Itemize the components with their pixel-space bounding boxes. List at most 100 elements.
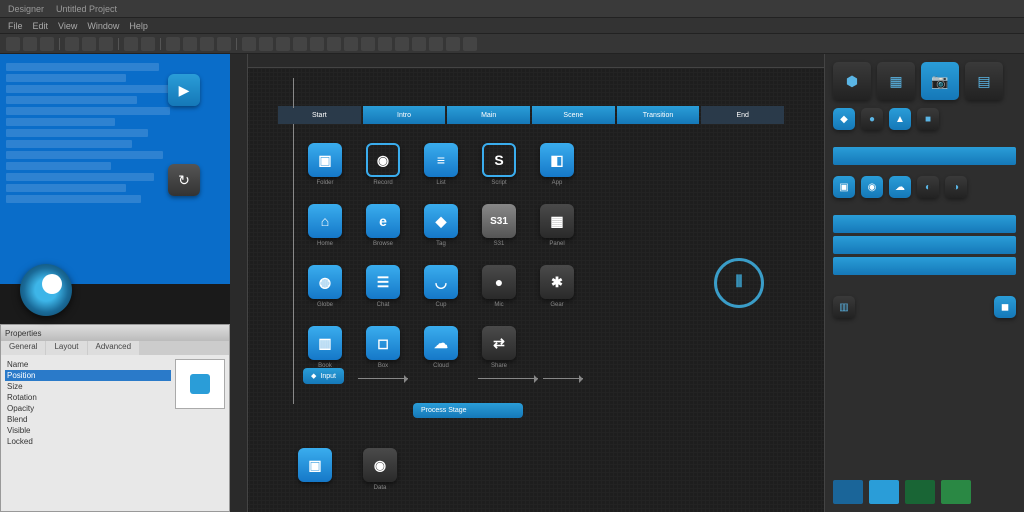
menu-help[interactable]: Help <box>129 21 148 31</box>
layer-bar[interactable] <box>833 257 1016 275</box>
tool-k-icon[interactable] <box>412 37 426 51</box>
tool-save-icon[interactable] <box>40 37 54 51</box>
app-app[interactable]: ◧App <box>540 143 574 186</box>
app-mic[interactable]: ●Mic <box>482 265 516 308</box>
prop-row[interactable]: Rotation <box>5 392 171 403</box>
app-num[interactable]: S31S31 <box>482 204 516 247</box>
timeline-segment[interactable]: End <box>701 106 784 124</box>
tool-e-icon[interactable] <box>310 37 324 51</box>
timeline-segment[interactable]: Scene <box>532 106 615 124</box>
tool-b-icon[interactable] <box>259 37 273 51</box>
asset-sm-icon[interactable]: ☁ <box>889 176 911 198</box>
tool-d-icon[interactable] <box>293 37 307 51</box>
tool-copy-icon[interactable] <box>82 37 96 51</box>
tool-n-icon[interactable] <box>463 37 477 51</box>
tool-new-icon[interactable] <box>6 37 20 51</box>
prop-row[interactable]: Opacity <box>5 403 171 414</box>
node-data[interactable]: ◉ Data <box>363 448 397 491</box>
tool-cut-icon[interactable] <box>65 37 79 51</box>
menu-view[interactable]: View <box>58 21 77 31</box>
node-process[interactable]: Process Stage <box>413 403 523 418</box>
app-tag[interactable]: ◆Tag <box>424 204 458 247</box>
tool-grid-icon[interactable] <box>183 37 197 51</box>
tool-g-icon[interactable] <box>344 37 358 51</box>
layer-bar[interactable] <box>833 236 1016 254</box>
tool-i-icon[interactable] <box>378 37 392 51</box>
timeline-segment[interactable]: Main <box>447 106 530 124</box>
app-share[interactable]: ⇄Share <box>482 326 516 369</box>
color-swatch[interactable] <box>905 480 935 504</box>
app-browse[interactable]: eBrowse <box>366 204 400 247</box>
tool-open-icon[interactable] <box>23 37 37 51</box>
timeline-segment[interactable]: Transition <box>617 106 700 124</box>
prop-row[interactable]: Locked <box>5 436 171 447</box>
app-script[interactable]: SScript <box>482 143 516 186</box>
asset-sm-icon[interactable]: ◑ <box>945 176 967 198</box>
app-box[interactable]: ◻Box <box>366 326 400 369</box>
app-panel[interactable]: ▦Panel <box>540 204 574 247</box>
menu-file[interactable]: File <box>8 21 23 31</box>
tool-a-icon[interactable] <box>242 37 256 51</box>
media-icon[interactable]: ▶ <box>168 74 200 106</box>
layer-bar[interactable] <box>833 215 1016 233</box>
asset-cube-icon[interactable]: ⬢ <box>833 62 871 100</box>
tab-general[interactable]: General <box>1 341 45 355</box>
tool-paste-icon[interactable] <box>99 37 113 51</box>
tool-redo-icon[interactable] <box>141 37 155 51</box>
sync-icon[interactable]: ↻ <box>168 164 200 196</box>
asset-cam-icon[interactable]: 📷 <box>921 62 959 100</box>
app-home[interactable]: ⌂Home <box>308 204 342 247</box>
asset-sm-icon[interactable]: ▥ <box>833 296 855 318</box>
asset-sm-icon[interactable]: ■ <box>917 108 939 130</box>
node-image[interactable]: ▣ <box>298 448 332 482</box>
asset-sm-icon[interactable]: ▲ <box>889 108 911 130</box>
app-book[interactable]: ▥Book <box>308 326 342 369</box>
tool-zoom-icon[interactable] <box>166 37 180 51</box>
asset-sm-icon[interactable]: ◼ <box>994 296 1016 318</box>
app-cloud[interactable]: ☁Cloud <box>424 326 458 369</box>
app-record[interactable]: ◉Record <box>366 143 400 186</box>
asset-doc-icon[interactable]: ▤ <box>965 62 1003 100</box>
prop-row[interactable]: Size <box>5 381 171 392</box>
prop-row[interactable]: Blend <box>5 414 171 425</box>
tool-align-icon[interactable] <box>217 37 231 51</box>
timeline-segment[interactable]: Intro <box>363 106 446 124</box>
tool-h-icon[interactable] <box>361 37 375 51</box>
tool-f-icon[interactable] <box>327 37 341 51</box>
asset-sm-icon[interactable]: ◉ <box>861 176 883 198</box>
tab-layout[interactable]: Layout <box>46 341 86 355</box>
tool-l-icon[interactable] <box>429 37 443 51</box>
menu-edit[interactable]: Edit <box>33 21 49 31</box>
asset-sm-icon[interactable]: ◐ <box>917 176 939 198</box>
asset-box-icon[interactable]: ▦ <box>877 62 915 100</box>
prop-row[interactable]: Position <box>5 370 171 381</box>
asset-sm-icon[interactable]: ◆ <box>833 108 855 130</box>
app-chat[interactable]: ☰Chat <box>366 265 400 308</box>
app-icon: ◧ <box>540 143 574 177</box>
layer-bar[interactable] <box>833 147 1016 165</box>
app-folder[interactable]: ▣Folder <box>308 143 342 186</box>
panel-title: Properties <box>1 325 229 341</box>
tab-advanced[interactable]: Advanced <box>88 341 140 355</box>
prop-row[interactable]: Name <box>5 359 171 370</box>
prop-row[interactable]: Visible <box>5 425 171 436</box>
app-gear[interactable]: ✱Gear <box>540 265 574 308</box>
eye-preview-icon[interactable] <box>20 264 72 316</box>
tool-snap-icon[interactable] <box>200 37 214 51</box>
tool-j-icon[interactable] <box>395 37 409 51</box>
menu-window[interactable]: Window <box>87 21 119 31</box>
color-swatch[interactable] <box>941 480 971 504</box>
app-cup[interactable]: ◡Cup <box>424 265 458 308</box>
tool-undo-icon[interactable] <box>124 37 138 51</box>
timeline-segment[interactable]: Start <box>278 106 361 124</box>
asset-sm-icon[interactable]: ▣ <box>833 176 855 198</box>
app-globe[interactable]: ◍Globe <box>308 265 342 308</box>
tool-c-icon[interactable] <box>276 37 290 51</box>
node-input[interactable]: ◆ Input <box>303 368 344 384</box>
asset-sm-icon[interactable]: ● <box>861 108 883 130</box>
canvas-area[interactable]: Start Intro Main Scene Transition End ▣F… <box>230 54 824 512</box>
color-swatch[interactable] <box>869 480 899 504</box>
tool-m-icon[interactable] <box>446 37 460 51</box>
color-swatch[interactable] <box>833 480 863 504</box>
app-list[interactable]: ≡List <box>424 143 458 186</box>
